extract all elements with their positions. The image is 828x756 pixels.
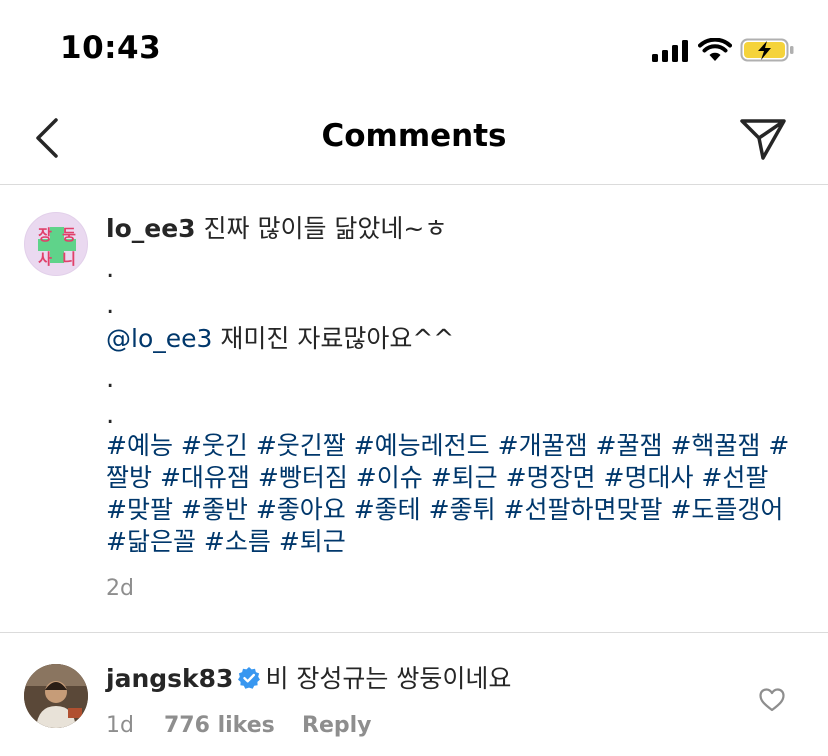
hashtag-link[interactable]: #개꿀잼 <box>498 431 588 460</box>
hashtag-link[interactable]: #이슈 <box>356 463 423 492</box>
comment-username[interactable]: jangsk83 <box>106 664 233 693</box>
hashtag-link[interactable]: #웃긴 <box>181 431 248 460</box>
comment-body: jangsk83 비 장성규는 쌍둥이네요 <box>106 662 511 696</box>
avatar[interactable] <box>24 664 88 728</box>
comment-body: lo_ee3 진짜 많이들 닮았네~ㅎ <box>106 212 447 246</box>
wifi-icon <box>698 38 732 61</box>
hashtag-link[interactable]: #예능레전드 <box>354 431 490 460</box>
hashtag-link[interactable]: #예능 <box>106 431 173 460</box>
hashtag-link[interactable]: #퇴근 <box>431 463 498 492</box>
comment-timestamp: 2d <box>106 576 134 601</box>
hashtag-link[interactable]: #맞팔 <box>106 495 173 524</box>
avatar[interactable]: 장 둥 사 니 <box>24 212 88 276</box>
hashtag-link[interactable]: #소름 <box>204 527 271 556</box>
status-time: 10:43 <box>60 30 162 66</box>
avatar-char: 니 <box>62 250 76 268</box>
hashtag-link[interactable]: #좋테 <box>354 495 421 524</box>
comment-text: 진짜 많이들 닮았네~ㅎ <box>195 214 448 243</box>
hashtag-link[interactable]: #좋반 <box>181 495 248 524</box>
avatar-char: 사 <box>38 250 52 268</box>
likes-count[interactable]: 776 likes <box>164 713 275 738</box>
hashtag-link[interactable]: #명대사 <box>604 463 694 492</box>
heart-icon[interactable] <box>758 686 786 714</box>
status-bar: 10:43 <box>0 0 828 96</box>
hashtag-link[interactable]: #선팔 <box>701 463 768 492</box>
hashtag-link[interactable]: #명장면 <box>506 463 596 492</box>
comment-timestamp: 1d <box>106 713 134 738</box>
comment-dot: . <box>106 364 115 394</box>
avatar-logo-icon: 장 둥 사 니 <box>38 226 76 268</box>
hashtag-link[interactable]: #꿀잼 <box>596 431 663 460</box>
hashtag-link[interactable]: #퇴근 <box>279 527 346 556</box>
hashtag-link[interactable]: #좋아요 <box>256 495 346 524</box>
reply-button[interactable]: Reply <box>302 713 372 738</box>
mention-line: @lo_ee3 재미진 자료많아요^^ <box>106 322 454 356</box>
comment-username[interactable]: lo_ee3 <box>106 214 196 243</box>
hashtag-link[interactable]: #도플갱어 <box>670 495 783 524</box>
comment-text: 비 장성규는 쌍둥이네요 <box>265 664 512 693</box>
send-direct-icon[interactable] <box>738 116 788 162</box>
cellular-signal-icon <box>652 40 688 62</box>
avatar-char: 둥 <box>62 226 76 244</box>
hashtag-link[interactable]: #좋튀 <box>429 495 496 524</box>
hashtag-link[interactable]: #핵꿀잼 <box>670 431 760 460</box>
comment-dot: . <box>106 290 115 320</box>
comment-dot: . <box>106 400 115 430</box>
mention-text: 재미진 자료많아요^^ <box>212 324 455 353</box>
hashtag-link[interactable]: #빵터짐 <box>258 463 348 492</box>
hashtag-link[interactable]: #닮은꼴 <box>106 527 196 556</box>
avatar-photo <box>24 664 88 728</box>
page-title: Comments <box>321 118 507 154</box>
nav-bar: Comments <box>0 96 828 185</box>
hashtag-link[interactable]: #대유잼 <box>160 463 250 492</box>
verified-badge-icon <box>238 667 261 689</box>
comment-dot: . <box>106 254 115 284</box>
divider <box>0 632 828 633</box>
hashtag-link[interactable]: #선팔하면맞팔 <box>504 495 663 524</box>
avatar-char: 장 <box>38 226 52 244</box>
mention-link[interactable]: @lo_ee3 <box>106 324 212 353</box>
hashtag-link[interactable]: #웃긴짤 <box>256 431 346 460</box>
battery-charging-icon <box>740 38 794 62</box>
hashtag-list: #예능 #웃긴 #웃긴짤 #예능레전드 #개꿀잼 #꿀잼 #핵꿀잼 #짤방 #대… <box>106 430 796 558</box>
